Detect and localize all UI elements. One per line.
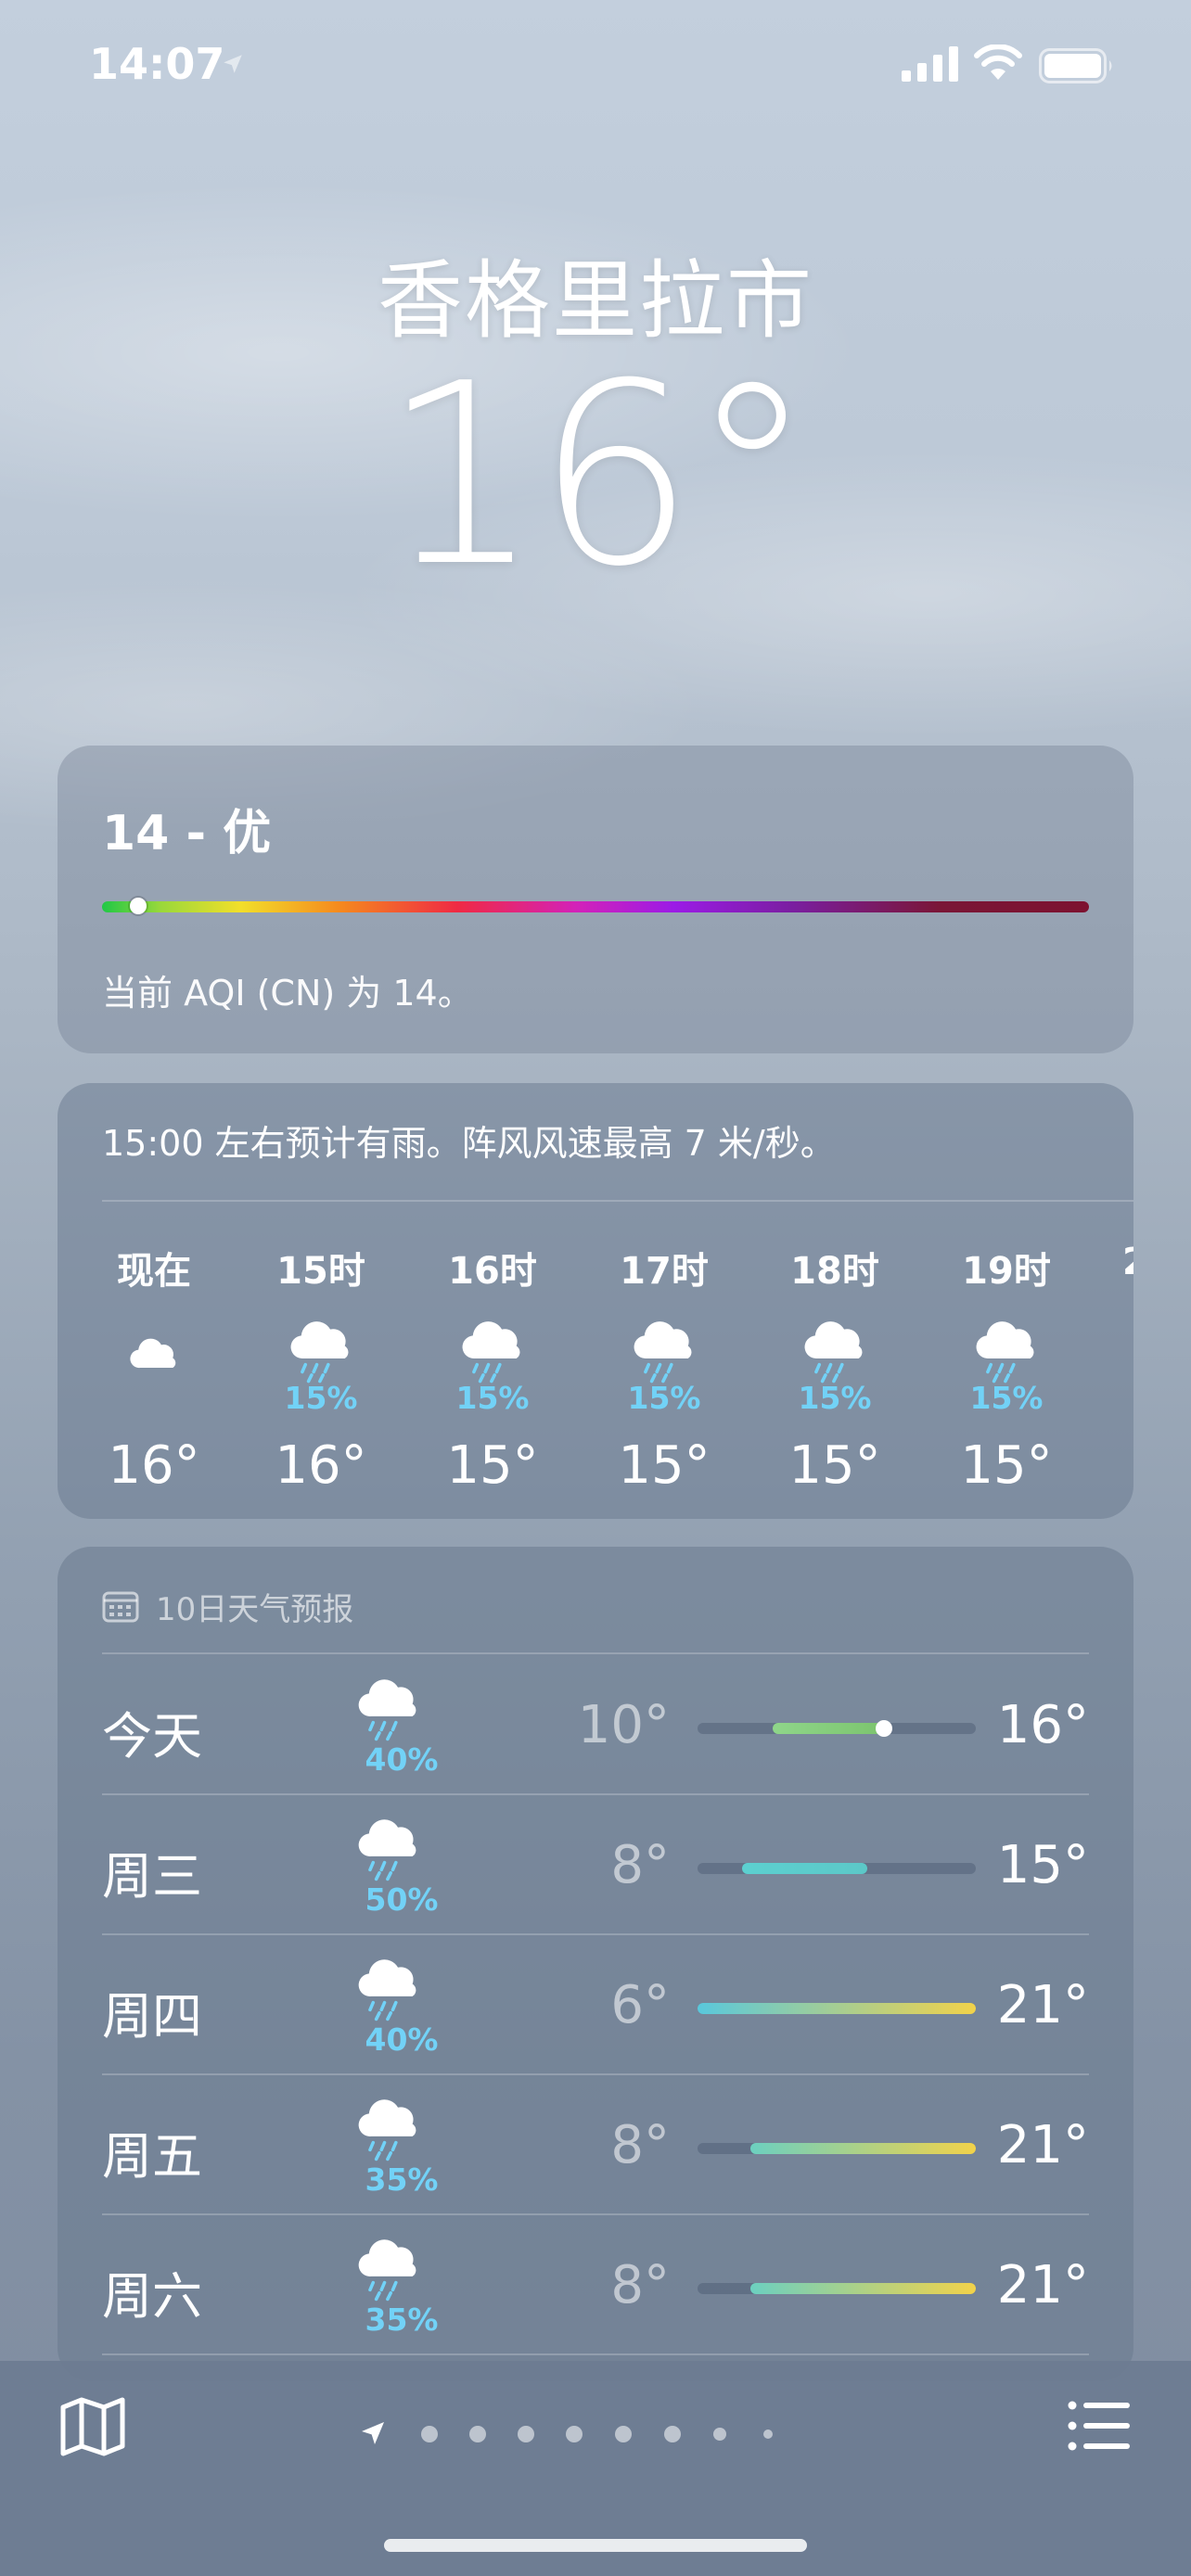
hour-temperature: 15° [618, 1435, 711, 1496]
daily-forecast-title: 10日天气预报 [156, 1591, 354, 1628]
day-row[interactable]: 周五 35% 8° 21° [58, 2074, 1133, 2215]
aqi-description: 当前 AQI (CN) 为 14。 [102, 973, 473, 1014]
aqi-card[interactable]: 14 - 优 当前 AQI (CN) 为 14。 [58, 746, 1133, 1053]
status-bar: 14:07 [0, 0, 1191, 130]
precipitation-chance: 15% [627, 1380, 701, 1416]
page-dot[interactable] [518, 2426, 534, 2442]
high-temperature: 16° [996, 1695, 1089, 1755]
divider [102, 2353, 1089, 2355]
hour-temperature: 16° [108, 1435, 200, 1496]
day-row[interactable]: 周六 35% 8° 21° [58, 2214, 1133, 2355]
hour-temperature: 15° [446, 1435, 539, 1496]
current-temperature-marker [876, 1720, 892, 1737]
weather-header: 香格里拉市 16° [0, 232, 1191, 601]
daily-forecast-card[interactable]: 10日天气预报 今天 40% 10° 16° 周三 50% 8° 15° 周四 40% 6° 21° 周… [58, 1547, 1133, 2381]
rain-icon [976, 1321, 1034, 1384]
high-temperature: 21° [996, 2255, 1089, 2315]
rain-icon [358, 2239, 416, 2302]
rain-icon [804, 1321, 863, 1384]
day-name: 今天 [102, 1707, 202, 1766]
wifi-icon [974, 45, 1022, 80]
cloud-icon [130, 1338, 176, 1369]
home-indicator[interactable] [384, 2539, 807, 2552]
rain-icon [634, 1321, 692, 1384]
temperature-range-fill [750, 2143, 976, 2154]
day-name: 周四 [102, 1987, 202, 2046]
low-temperature: 8° [610, 1835, 670, 1895]
low-temperature: 10° [577, 1695, 670, 1755]
aqi-value: 14 - 优 [102, 806, 272, 861]
location-arrow-icon [224, 55, 242, 73]
precipitation-chance: 15% [455, 1380, 530, 1416]
precipitation-chance: 15% [969, 1380, 1044, 1416]
hour-temperature: 15° [788, 1435, 881, 1496]
precipitation-chance: 40% [365, 1741, 439, 1778]
rain-icon [358, 2099, 416, 2162]
day-row[interactable]: 今天 40% 10° 16° [58, 1654, 1133, 1795]
temperature-range-fill [750, 2283, 976, 2294]
hourly-forecast-card[interactable]: 15:00 左右预计有雨。阵风风速最高 7 米/秒。 现在 16° 15时 15% 16… [58, 1083, 1133, 1519]
hourly-summary: 15:00 左右预计有雨。阵风风速最高 7 米/秒。 [102, 1123, 836, 1164]
precipitation-chance: 15% [284, 1380, 358, 1416]
current-location-icon [362, 2422, 384, 2444]
hour-item-partial: 2 [1122, 1241, 1133, 1283]
calendar-icon [102, 1591, 139, 1623]
hour-temperature: 15° [960, 1435, 1053, 1496]
current-temperature: 16° [381, 329, 815, 621]
temperature-range-bar [698, 2283, 976, 2294]
hour-label: 19时 [962, 1250, 1051, 1293]
day-name: 周六 [102, 2267, 202, 2326]
temperature-range-bar [698, 1720, 976, 1737]
rain-icon [462, 1321, 520, 1384]
hour-label: 17时 [620, 1250, 709, 1293]
temperature-range-bar [698, 2143, 976, 2154]
temperature-range-bar [698, 1863, 976, 1874]
rain-icon [358, 1819, 416, 1881]
rain-icon [358, 1959, 416, 2021]
bottom-toolbar [0, 2361, 1191, 2576]
page-dot[interactable] [664, 2426, 681, 2442]
high-temperature: 15° [996, 1835, 1089, 1895]
precipitation-chance: 50% [365, 1881, 439, 1918]
map-icon[interactable] [59, 2396, 126, 2457]
low-temperature: 8° [610, 2255, 670, 2315]
precipitation-chance: 15% [798, 1380, 872, 1416]
hour-label: 现在 [117, 1250, 191, 1293]
day-name: 周五 [102, 2127, 202, 2186]
page-dot[interactable] [763, 2429, 773, 2439]
battery-icon [1039, 48, 1112, 83]
high-temperature: 21° [996, 1975, 1089, 2035]
status-time: 14:07 [89, 39, 225, 89]
precipitation-chance: 40% [365, 2021, 439, 2058]
day-name: 周三 [102, 1847, 202, 1906]
hour-label: 16时 [448, 1250, 537, 1293]
hour-label: 18时 [790, 1250, 879, 1293]
divider [102, 1200, 1133, 1202]
temperature-range-fill [742, 1863, 867, 1874]
page-dot[interactable] [566, 2426, 583, 2442]
temperature-range-fill [773, 1723, 884, 1734]
high-temperature: 21° [996, 2115, 1089, 2175]
page-dot[interactable] [615, 2426, 632, 2442]
rain-icon [358, 1679, 416, 1741]
list-icon[interactable] [1067, 2398, 1132, 2454]
temperature-range-fill [698, 2003, 976, 2014]
day-row[interactable]: 周四 40% 6° 21° [58, 1934, 1133, 2075]
temperature-range-bar [698, 2003, 976, 2014]
aqi-scale-bar [102, 901, 1089, 912]
hour-label: 15时 [276, 1250, 365, 1293]
hour-temperature: 16° [275, 1435, 367, 1496]
cellular-signal-icon [902, 46, 958, 82]
page-dot[interactable] [421, 2426, 438, 2442]
page-dot[interactable] [469, 2426, 486, 2442]
precipitation-chance: 35% [365, 2302, 439, 2338]
rain-icon [290, 1321, 349, 1384]
low-temperature: 8° [610, 2115, 670, 2175]
low-temperature: 6° [610, 1975, 670, 2035]
page-dot[interactable] [713, 2428, 726, 2441]
day-row[interactable]: 周三 50% 8° 15° [58, 1794, 1133, 1935]
precipitation-chance: 35% [365, 2162, 439, 2198]
